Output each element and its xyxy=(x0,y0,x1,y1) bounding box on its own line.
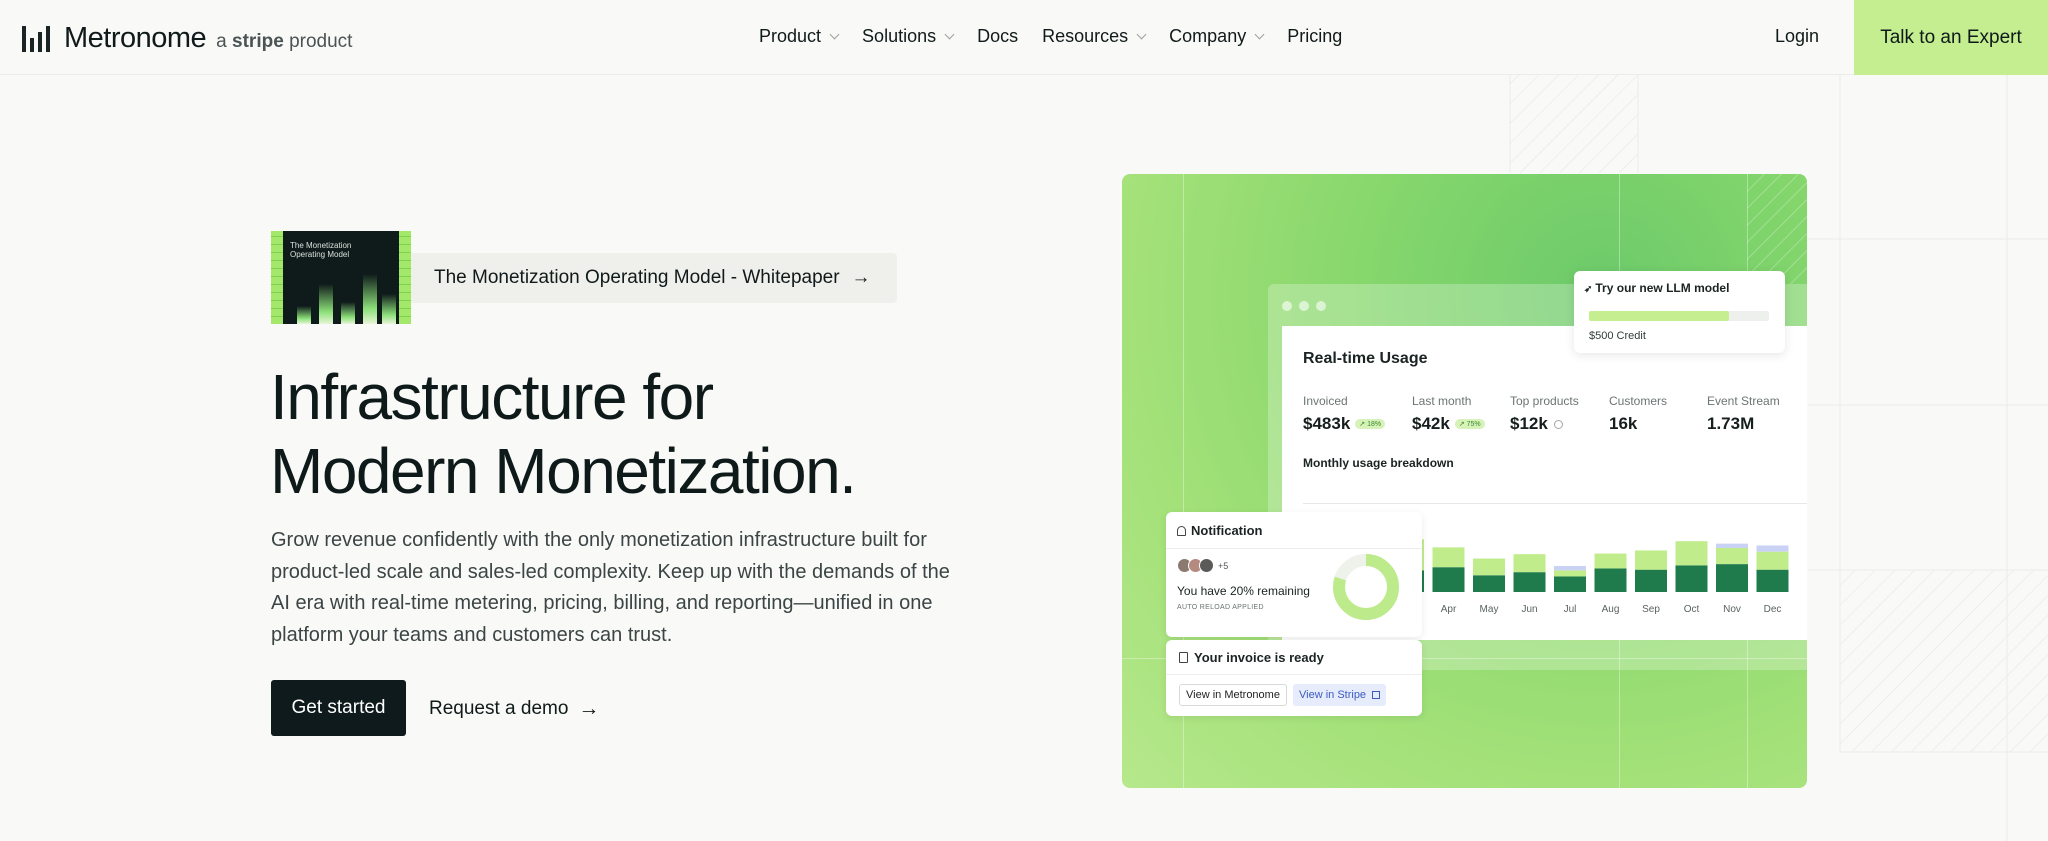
brand-subtitle: a stripe product xyxy=(216,31,352,53)
bell-icon xyxy=(1177,525,1186,536)
notification-message: You have 20% remaining xyxy=(1177,584,1310,598)
chevron-down-icon xyxy=(1254,29,1265,39)
menu-item-pricing[interactable]: Pricing xyxy=(1287,26,1342,47)
menu-item-label: Resources xyxy=(1042,26,1129,46)
external-link-icon xyxy=(1372,691,1381,699)
llm-title-text: Try our new LLM model xyxy=(1595,281,1730,295)
bar-aug-segment-0 xyxy=(1594,568,1627,592)
bar-jul-segment-1 xyxy=(1554,570,1586,577)
menu-item-solutions[interactable]: Solutions xyxy=(862,26,955,47)
x-tick-label: May xyxy=(1480,604,1499,615)
credit-progress-fill xyxy=(1589,311,1730,321)
credit-progress-bar xyxy=(1589,311,1769,321)
bar-sep-segment-0 xyxy=(1635,569,1667,592)
rocket-icon: ➶ xyxy=(1584,284,1593,295)
request-demo-label: Request a demo xyxy=(429,698,569,719)
bar-may-segment-0 xyxy=(1473,575,1505,592)
x-tick-label: Oct xyxy=(1684,604,1700,615)
menu-item-resources[interactable]: Resources xyxy=(1042,26,1147,47)
bar-apr-segment-1 xyxy=(1432,547,1465,568)
top-navigation: Metronome a stripe product Product Solut… xyxy=(0,0,2048,75)
product-illustration: Real-time Usage Invoiced $483k ↗ 18% Last… xyxy=(1122,174,1807,788)
avatar-group: +5 xyxy=(1177,558,1228,573)
notification-card: Notification +5 You have 20% remaining A… xyxy=(1166,512,1422,637)
chevron-down-icon xyxy=(1136,29,1147,39)
brand-sub-suffix: product xyxy=(289,30,353,52)
bar-dec-segment-1 xyxy=(1756,551,1789,570)
x-tick-label: Dec xyxy=(1764,604,1782,615)
llm-promo-card[interactable]: ➶ Try our new LLM model $500 Credit xyxy=(1574,271,1785,353)
headline-line-1: Infrastructure for xyxy=(270,361,714,433)
whitepaper-cover-title: The Monetization Operating Model xyxy=(290,241,352,259)
bar-oct-segment-0 xyxy=(1675,565,1708,592)
menu-item-label: Solutions xyxy=(862,26,937,46)
metronome-logo-icon xyxy=(22,25,50,52)
llm-title: ➶ Try our new LLM model xyxy=(1584,281,1729,295)
whitepaper-banner[interactable]: The Monetization Operating Model The Mon… xyxy=(271,231,897,324)
whitepaper-label: The Monetization Operating Model - White… xyxy=(434,266,840,288)
arrow-right-icon: → xyxy=(578,697,600,720)
menu-item-label: Docs xyxy=(977,26,1019,46)
invoice-card: Your invoice is ready View in Metronome … xyxy=(1166,640,1422,716)
avatar-extra-count: +5 xyxy=(1218,560,1229,571)
menu-item-label: Product xyxy=(759,26,822,46)
arrow-right-icon: → xyxy=(851,266,871,288)
bar-jul-segment-0 xyxy=(1554,576,1586,592)
bar-dec-segment-2 xyxy=(1756,545,1789,552)
bar-nov-segment-1 xyxy=(1716,547,1748,565)
notification-title: Notification xyxy=(1191,523,1263,538)
login-link[interactable]: Login xyxy=(1775,26,1819,47)
x-tick-label: Jul xyxy=(1564,604,1577,615)
x-tick-label: Jun xyxy=(1521,604,1537,615)
bar-aug-segment-1 xyxy=(1594,553,1627,569)
bar-oct-segment-1 xyxy=(1675,541,1708,566)
request-demo-link[interactable]: Request a demo → xyxy=(429,697,599,721)
bar-jul-segment-2 xyxy=(1554,565,1586,571)
chevron-down-icon xyxy=(944,29,955,39)
window-controls xyxy=(1282,301,1326,311)
talk-to-expert-button[interactable]: Talk to an Expert xyxy=(1854,0,2048,75)
view-in-stripe-button[interactable]: View in Stripe xyxy=(1293,684,1387,706)
x-tick-label: Apr xyxy=(1441,604,1457,615)
menu-item-docs[interactable]: Docs xyxy=(977,26,1018,47)
menu-item-label: Company xyxy=(1169,26,1247,46)
bar-may-segment-1 xyxy=(1473,558,1505,576)
chevron-down-icon xyxy=(829,29,840,39)
bar-apr-segment-0 xyxy=(1432,567,1465,592)
bar-dec-segment-0 xyxy=(1756,569,1789,592)
bar-nov-segment-2 xyxy=(1716,543,1748,548)
avatar xyxy=(1199,558,1214,573)
brand-sub-prefix: a xyxy=(216,30,227,52)
get-started-button[interactable]: Get started xyxy=(271,680,406,736)
menu-item-label: Pricing xyxy=(1287,26,1343,46)
brand-name: Metronome xyxy=(64,22,207,54)
bar-nov-segment-0 xyxy=(1716,564,1748,592)
view-in-stripe-label: View in Stripe xyxy=(1299,689,1367,701)
invoice-title: Your invoice is ready xyxy=(1194,650,1324,665)
main-menu: Product Solutions Docs Resources Company… xyxy=(759,26,1366,47)
whitepaper-cover-image: The Monetization Operating Model xyxy=(271,231,411,324)
credit-amount: $500 Credit xyxy=(1589,330,1646,342)
whitepaper-link[interactable]: The Monetization Operating Model - White… xyxy=(411,252,897,303)
x-tick-label: Sep xyxy=(1642,604,1660,615)
bar-jun-segment-0 xyxy=(1513,572,1546,592)
menu-item-product[interactable]: Product xyxy=(759,26,840,47)
notification-subtext: AUTO RELOAD APPLIED xyxy=(1177,604,1264,611)
hero-description: Grow revenue confidently with the only m… xyxy=(271,529,950,646)
document-icon xyxy=(1179,652,1188,663)
headline-line-2: Modern Monetization. xyxy=(270,435,857,507)
hero-headline: Infrastructure for Modern Monetization. xyxy=(270,360,857,508)
bar-jun-segment-1 xyxy=(1513,554,1546,573)
x-tick-label: Nov xyxy=(1723,604,1741,615)
menu-item-company[interactable]: Company xyxy=(1169,26,1265,47)
view-in-metronome-button[interactable]: View in Metronome xyxy=(1179,684,1287,706)
usage-donut-chart xyxy=(1333,554,1399,620)
bar-sep-segment-1 xyxy=(1635,550,1667,570)
brand-sub-stripe: stripe xyxy=(232,30,284,52)
x-tick-label: Aug xyxy=(1602,604,1620,615)
logo[interactable]: Metronome a stripe product xyxy=(22,22,352,55)
